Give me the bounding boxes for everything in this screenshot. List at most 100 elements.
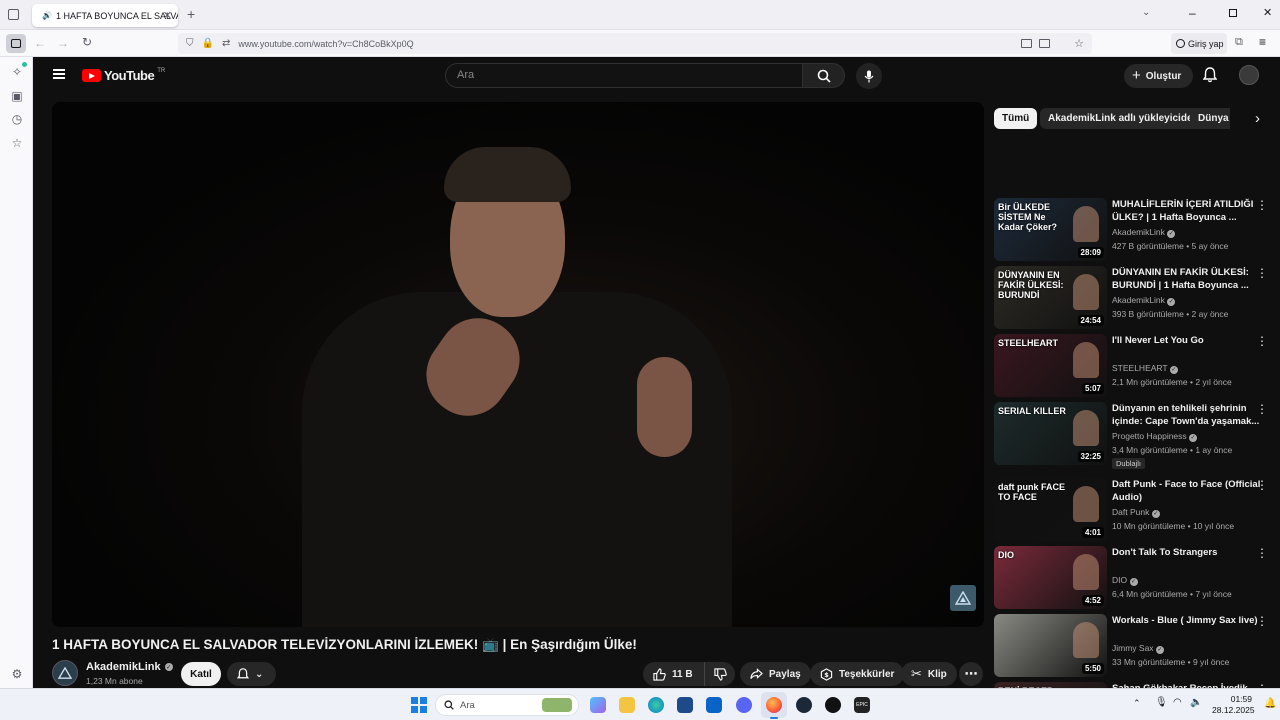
recommendation-item[interactable]: DIO 4:52 Don't Talk To Strangers DIO ✓ 6,4 M… bbox=[994, 546, 1280, 610]
discord-icon[interactable] bbox=[736, 697, 752, 713]
recommendation-title[interactable]: Daft Punk - Face to Face (Official Audio… bbox=[1112, 478, 1262, 504]
speaker-icon[interactable]: 🔊 bbox=[42, 11, 52, 20]
recommendation-item[interactable]: SERIAL KILLER 32:25 Dünyanın en tehlikeli … bbox=[994, 402, 1280, 469]
restore-icon[interactable] bbox=[1229, 9, 1237, 17]
like-button[interactable]: 11 B bbox=[643, 662, 705, 686]
search-button[interactable] bbox=[802, 63, 845, 88]
sidebar-toggle-button[interactable] bbox=[6, 34, 26, 53]
recommendation-item[interactable]: daft punk FACE TO FACE 4:01 Daft Punk - Fa… bbox=[994, 478, 1280, 542]
file-explorer-icon[interactable] bbox=[619, 697, 635, 713]
recommendation-title[interactable]: DÜNYANIN EN FAKİR ÜLKESİ: BURUNDİ | 1 Ha… bbox=[1112, 266, 1262, 292]
notification-center-icon[interactable]: 🔔 bbox=[1264, 698, 1276, 709]
menu-icon[interactable]: ≡ bbox=[1259, 35, 1266, 49]
window-close-icon[interactable]: ✕ bbox=[1263, 6, 1272, 19]
lock-icon[interactable]: 🔒 bbox=[202, 38, 214, 49]
more-vertical-icon[interactable]: ⋮ bbox=[1256, 198, 1268, 212]
epic-games-icon[interactable]: EPIC bbox=[854, 697, 870, 713]
youtube-logo[interactable]: YouTube TR bbox=[82, 68, 165, 83]
sign-in-button[interactable]: Giriş yap bbox=[1171, 33, 1227, 54]
tray-volume-icon[interactable]: 🔈 bbox=[1190, 697, 1202, 708]
video-thumbnail[interactable]: 5:50 bbox=[994, 614, 1107, 677]
channel-name[interactable]: AkademikLink bbox=[86, 661, 161, 673]
picture-in-picture-icon[interactable] bbox=[1021, 39, 1032, 48]
recommendation-title[interactable]: I'll Never Let You Go bbox=[1112, 334, 1262, 347]
recommendation-channel[interactable]: Daft Punk ✓ bbox=[1112, 507, 1160, 518]
history-icon[interactable]: ◷ bbox=[9, 111, 25, 127]
recommendation-channel[interactable]: DIO ✓ bbox=[1112, 575, 1138, 586]
channel-avatar[interactable] bbox=[52, 660, 78, 686]
copilot-app-icon[interactable] bbox=[590, 697, 606, 713]
tab-list-icon[interactable] bbox=[8, 9, 19, 20]
new-tab-icon[interactable]: + bbox=[187, 6, 195, 22]
clip-button[interactable]: ✂ Klip bbox=[901, 662, 957, 686]
store-app-icon[interactable] bbox=[677, 697, 693, 713]
url-text[interactable]: www.youtube.com/watch?v=Ch8CoBkXp0Q bbox=[238, 39, 413, 49]
forward-icon[interactable]: → bbox=[57, 36, 69, 50]
video-thumbnail[interactable]: STEELHEART 5:07 bbox=[994, 334, 1107, 397]
share-button[interactable]: Paylaş bbox=[740, 662, 811, 686]
recommendation-title[interactable]: Don't Talk To Strangers bbox=[1112, 546, 1262, 559]
notifications-bell-icon[interactable] bbox=[1202, 67, 1218, 88]
tray-overflow-icon[interactable]: ⌃ bbox=[1133, 698, 1141, 709]
subscribed-bell-button[interactable]: ⌄ bbox=[227, 662, 276, 686]
more-vertical-icon[interactable]: ⋮ bbox=[1256, 478, 1268, 492]
list-all-tabs-icon[interactable]: ⌄ bbox=[1142, 7, 1150, 18]
avatar[interactable] bbox=[1239, 65, 1259, 85]
recommendation-title[interactable]: MUHALİFLERİN İÇERİ ATILDIĞI ÜLKE? | 1 Ha… bbox=[1112, 198, 1262, 224]
tab-close-icon[interactable]: ✕ bbox=[163, 9, 172, 22]
synced-tabs-icon[interactable]: ▣ bbox=[9, 88, 25, 104]
voice-search-button[interactable] bbox=[856, 63, 882, 89]
recommendation-item[interactable]: 5:50 Workals - Blue ( Jimmy Sax live) Jimm… bbox=[994, 614, 1280, 678]
chip-all[interactable]: Tümü bbox=[994, 108, 1038, 129]
recommendation-channel[interactable]: AkademikLink ✓ bbox=[1112, 295, 1176, 306]
video-thumbnail[interactable]: daft punk FACE TO FACE 4:01 bbox=[994, 478, 1107, 541]
extensions-icon[interactable]: ⧉ bbox=[1235, 36, 1243, 49]
back-icon[interactable]: ← bbox=[34, 36, 46, 50]
video-thumbnail[interactable]: SERIAL KILLER 32:25 bbox=[994, 402, 1107, 465]
reload-icon[interactable]: ↻ bbox=[82, 35, 92, 49]
dislike-button[interactable] bbox=[704, 662, 735, 686]
create-button[interactable]: + Oluştur bbox=[1124, 64, 1193, 88]
recommendation-item[interactable]: Bir ÜLKEDE SİSTEM Ne Kadar Çöker? 28:09 MU… bbox=[994, 198, 1280, 262]
settings-gear-icon[interactable]: ⚙ bbox=[9, 666, 25, 682]
recommendation-channel[interactable]: Jimmy Sax ✓ bbox=[1112, 643, 1164, 654]
join-button[interactable]: Katıl bbox=[181, 662, 221, 686]
more-vertical-icon[interactable]: ⋮ bbox=[1256, 546, 1268, 560]
recommendation-channel[interactable]: Progetto Happiness ✓ bbox=[1112, 431, 1198, 442]
more-vertical-icon[interactable]: ⋮ bbox=[1256, 614, 1268, 628]
permissions-icon[interactable]: ⇄ bbox=[222, 38, 230, 49]
recommendation-channel[interactable]: AkademikLink ✓ bbox=[1112, 227, 1176, 238]
tray-mic-icon[interactable]: 🎙 bbox=[1155, 697, 1168, 708]
recommendation-title[interactable]: Dünyanın en tehlikeli şehrinin içinde: C… bbox=[1112, 402, 1262, 428]
edge-browser-icon[interactable] bbox=[648, 697, 664, 713]
chip-uploader[interactable]: AkademikLink adlı yükleyiciden bbox=[1040, 108, 1207, 129]
recommendation-title[interactable]: Workals - Blue ( Jimmy Sax live) bbox=[1112, 614, 1262, 627]
tray-clock[interactable]: 01:59 28.12.2025 bbox=[1212, 694, 1255, 716]
outlook-icon[interactable] bbox=[706, 697, 722, 713]
video-thumbnail[interactable]: DIO 4:52 bbox=[994, 546, 1107, 609]
more-vertical-icon[interactable]: ⋮ bbox=[1256, 402, 1268, 416]
bookmarks-icon[interactable]: ☆ bbox=[9, 135, 25, 151]
thanks-button[interactable]: $ Teşekkürler bbox=[810, 662, 905, 686]
firefox-taskbar-button[interactable] bbox=[761, 692, 787, 719]
chips-next-button[interactable]: › bbox=[1230, 105, 1260, 131]
video-thumbnail[interactable]: DÜNYANIN EN FAKİR ÜLKESİ: BURUNDİ 24:54 bbox=[994, 266, 1107, 329]
hamburger-menu-icon[interactable] bbox=[53, 69, 65, 79]
recommendation-item[interactable]: STEELHEART 5:07 I'll Never Let You Go STEEL… bbox=[994, 334, 1280, 398]
windows-start-icon[interactable] bbox=[411, 697, 427, 713]
reader-view-icon[interactable] bbox=[1039, 39, 1050, 48]
more-vertical-icon[interactable]: ⋮ bbox=[1256, 266, 1268, 280]
video-thumbnail[interactable]: Bir ÜLKEDE SİSTEM Ne Kadar Çöker? 28:09 bbox=[994, 198, 1107, 261]
taskbar-search-input[interactable]: Ara bbox=[435, 694, 579, 716]
steam-icon[interactable] bbox=[796, 697, 812, 713]
bookmark-star-icon[interactable]: ☆ bbox=[1074, 37, 1084, 50]
more-actions-button[interactable]: ⋯ bbox=[959, 662, 983, 686]
tray-wifi-icon[interactable]: ◠ bbox=[1173, 697, 1182, 708]
app-icon-black[interactable] bbox=[825, 697, 841, 713]
recommendation-item[interactable]: DÜNYANIN EN FAKİR ÜLKESİ: BURUNDİ 24:54 DÜ… bbox=[994, 266, 1280, 330]
search-input[interactable]: Ara bbox=[445, 63, 803, 88]
minimize-icon[interactable]: – bbox=[1189, 6, 1196, 20]
channel-watermark[interactable] bbox=[950, 585, 976, 611]
browser-tab-active[interactable]: 🔊 1 HAFTA BOYUNCA EL SALVADOR ✕ bbox=[32, 4, 178, 27]
recommendation-channel[interactable]: STEELHEART ✓ bbox=[1112, 363, 1178, 374]
